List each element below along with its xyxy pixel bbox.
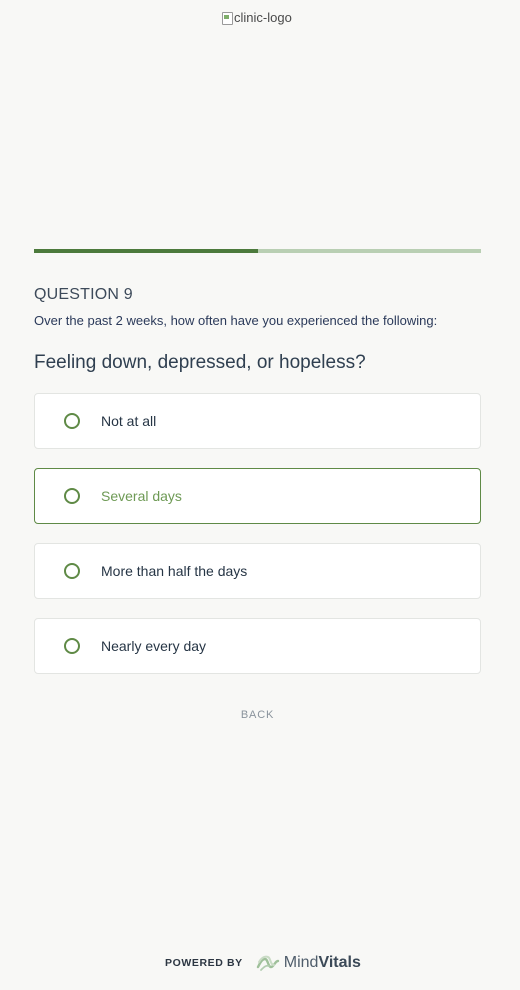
option-label: Nearly every day bbox=[101, 638, 207, 654]
mindvitals-logo-icon bbox=[256, 953, 280, 973]
option-nearly-every-day[interactable]: Nearly every day bbox=[34, 618, 481, 674]
clinic-logo-alt-text: clinic-logo bbox=[234, 10, 292, 25]
radio-unchecked-icon[interactable] bbox=[64, 638, 80, 654]
option-label: Several days bbox=[101, 488, 182, 504]
option-label: Not at all bbox=[101, 413, 157, 429]
option-more-than-half-the-days[interactable]: More than half the days bbox=[34, 543, 481, 599]
option-label: More than half the days bbox=[101, 563, 248, 579]
powered-by-label: POWERED BY bbox=[165, 957, 243, 969]
radio-unchecked-icon[interactable] bbox=[64, 488, 80, 504]
clinic-logo: clinic-logo bbox=[221, 10, 292, 25]
brand-name: MindVitals bbox=[284, 954, 361, 972]
brand-name-light: Mind bbox=[283, 954, 319, 971]
broken-image-icon bbox=[221, 11, 233, 25]
option-several-days[interactable]: Several days bbox=[34, 468, 481, 524]
question-instruction: Over the past 2 weeks, how often have yo… bbox=[34, 313, 438, 328]
footer: POWERED BY MindVitals bbox=[165, 952, 361, 974]
radio-unchecked-icon[interactable] bbox=[64, 563, 80, 579]
back-button[interactable]: BACK bbox=[0, 709, 515, 721]
brand-name-bold: Vitals bbox=[318, 954, 361, 971]
option-not-at-all[interactable]: Not at all bbox=[34, 393, 481, 449]
question-number: QUESTION 9 bbox=[34, 286, 133, 303]
question-text: Feeling down, depressed, or hopeless? bbox=[34, 352, 366, 373]
progress-bar bbox=[34, 249, 481, 253]
progress-bar-fill bbox=[34, 249, 258, 253]
answer-options: Not at all Several days More than half t… bbox=[34, 393, 481, 693]
radio-unchecked-icon[interactable] bbox=[64, 413, 80, 429]
